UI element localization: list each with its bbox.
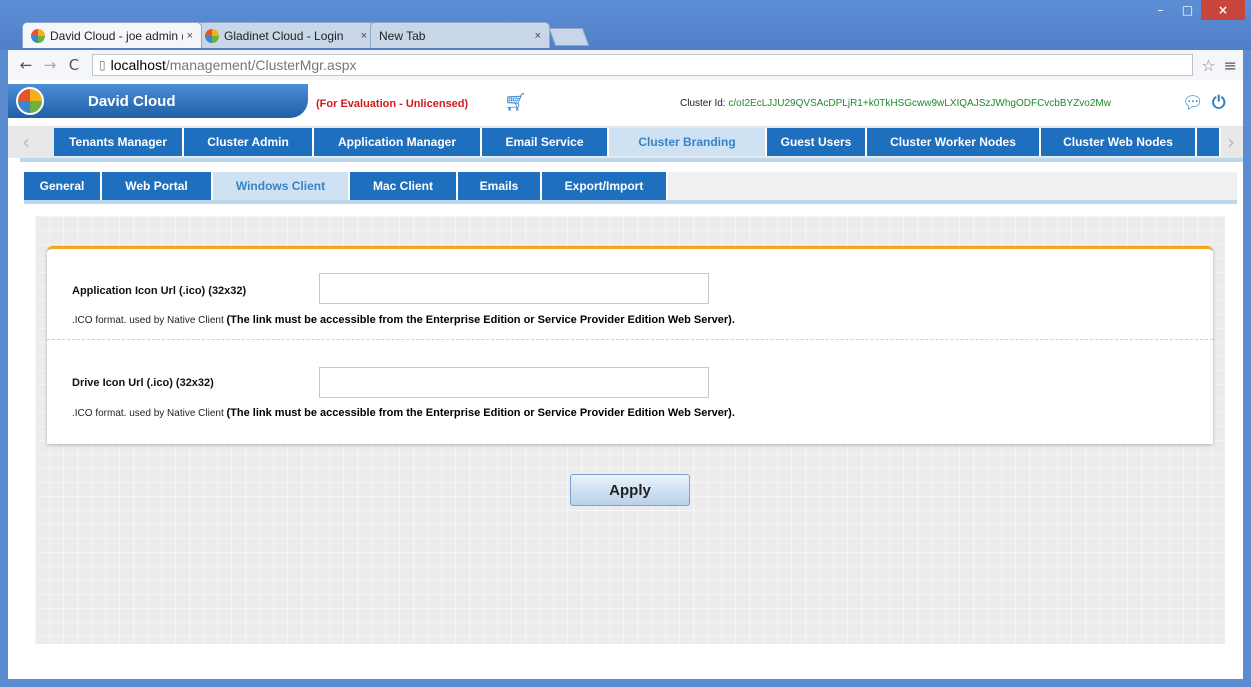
hamburger-menu-icon[interactable]: ≡	[1224, 56, 1237, 75]
help-bold: (The link must be accessible from the En…	[226, 407, 735, 419]
tab-cluster-web-nodes[interactable]: Cluster Web Nodes	[1041, 128, 1197, 156]
maximize-button[interactable]: □	[1174, 0, 1201, 20]
app-icon-url-label: Application Icon Url (.ico) (32x32)	[72, 285, 247, 297]
tab-close-icon[interactable]: ×	[535, 30, 541, 42]
new-tab-button[interactable]	[548, 28, 590, 46]
minimize-button[interactable]: –	[1147, 0, 1174, 20]
url-path: /management/ClusterMgr.aspx	[165, 57, 357, 73]
address-bar[interactable]: ▯ localhost /management/ClusterMgr.aspx	[92, 54, 1194, 76]
evaluation-notice[interactable]: (For Evaluation - Unlicensed)	[316, 98, 468, 110]
tab-cluster-worker-nodes[interactable]: Cluster Worker Nodes	[867, 128, 1041, 156]
tab-application-manager[interactable]: Application Manager	[314, 128, 482, 156]
tab-title: New Tab	[379, 28, 426, 43]
browser-tab-david-cloud[interactable]: David Cloud - joe admin ( ×	[22, 22, 202, 48]
cluster-id-label: Cluster Id:	[680, 98, 726, 109]
app-icon-url-input[interactable]	[319, 273, 709, 304]
nav-scroll-left-icon[interactable]: ‹	[22, 130, 36, 154]
subtab-mac-client[interactable]: Mac Client	[350, 172, 458, 200]
main-nav-items: Tenants Manager Cluster Admin Applicatio…	[54, 128, 1221, 156]
back-arrow-icon[interactable]: ←	[14, 56, 38, 74]
drive-icon-url-label: Drive Icon Url (.ico) (32x32)	[72, 377, 214, 389]
sub-navigation: General Web Portal Windows Client Mac Cl…	[24, 172, 1237, 202]
help-bold: (The link must be accessible from the En…	[226, 314, 735, 326]
gladinet-favicon-icon	[205, 28, 219, 43]
help-plain: .ICO format. used by Native Client	[72, 408, 227, 419]
tab-tenants-manager[interactable]: Tenants Manager	[54, 128, 184, 156]
cluster-id-value: c/oI2EcLJJU29QVSAcDPLjR1+k0TkHSGcww9wLXI…	[728, 98, 1111, 109]
gladinet-favicon-icon	[31, 28, 45, 43]
subtab-web-portal[interactable]: Web Portal	[102, 172, 213, 200]
drive-icon-url-input[interactable]	[319, 367, 709, 398]
subtab-export-import[interactable]: Export/Import	[542, 172, 668, 200]
tab-title: Gladinet Cloud - Login	[224, 28, 344, 43]
forward-arrow-icon[interactable]: →	[38, 56, 62, 74]
tab-cluster-branding[interactable]: Cluster Branding	[609, 128, 767, 156]
subtab-emails[interactable]: Emails	[458, 172, 542, 200]
shopping-cart-icon[interactable]: 🛒︎	[504, 92, 527, 113]
web-page: David Cloud (For Evaluation - Unlicensed…	[8, 80, 1243, 679]
chat-bubble-icon[interactable]: 💬︎	[1182, 93, 1204, 113]
tab-title: David Cloud - joe admin (	[50, 28, 183, 43]
brand-bar: David Cloud	[8, 84, 308, 118]
app-icon-help-text: .ICO format. used by Native Client (The …	[72, 314, 735, 326]
page-icon: ▯	[99, 58, 106, 72]
main-nav-underline	[20, 158, 1243, 162]
title-bar: David Cloud - joe admin ( × Gladinet Clo…	[0, 0, 1251, 50]
browser-tab-new-tab[interactable]: New Tab ×	[370, 22, 550, 48]
star-icon[interactable]: ☆	[1201, 56, 1215, 75]
drive-icon-help-text: .ICO format. used by Native Client (The …	[72, 407, 735, 419]
logo-icon	[16, 87, 44, 115]
url-host: localhost	[110, 57, 166, 73]
tab-close-icon[interactable]: ×	[361, 30, 367, 42]
browser-tab-gladinet-login[interactable]: Gladinet Cloud - Login ×	[196, 22, 376, 48]
tab-guest-users[interactable]: Guest Users	[767, 128, 867, 156]
app-header: David Cloud (For Evaluation - Unlicensed…	[8, 80, 1243, 122]
browser-toolbar: ← → C ▯ localhost /management/ClusterMgr…	[8, 50, 1243, 80]
close-window-button[interactable]: ×	[1201, 0, 1245, 20]
browser-window: David Cloud - joe admin ( × Gladinet Clo…	[0, 0, 1251, 687]
subtab-general[interactable]: General	[24, 172, 102, 200]
subtab-windows-client[interactable]: Windows Client	[213, 172, 350, 200]
nav-scroll-right-icon[interactable]: ›	[1227, 130, 1241, 154]
tab-close-icon[interactable]: ×	[187, 30, 193, 42]
reload-icon[interactable]: C	[62, 56, 86, 74]
content-area: Application Icon Url (.ico) (32x32) .ICO…	[35, 216, 1225, 644]
tab-strip: David Cloud - joe admin ( × Gladinet Clo…	[22, 22, 590, 48]
brand-name: David Cloud	[88, 92, 176, 110]
main-navigation: ‹ Tenants Manager Cluster Admin Applicat…	[8, 126, 1243, 158]
cluster-id: Cluster Id: c/oI2EcLJJU29QVSAcDPLjR1+k0T…	[680, 98, 1111, 109]
apply-button[interactable]: Apply	[570, 474, 690, 506]
sub-nav-underline	[24, 200, 1237, 204]
tab-email-service[interactable]: Email Service	[482, 128, 609, 156]
tab-overflow[interactable]	[1197, 128, 1221, 156]
field-divider	[47, 339, 1213, 340]
window-controls: – □ ×	[1147, 0, 1245, 22]
power-icon[interactable]: ⏻	[1212, 93, 1225, 113]
windows-client-settings-panel: Application Icon Url (.ico) (32x32) .ICO…	[47, 246, 1213, 444]
tab-cluster-admin[interactable]: Cluster Admin	[184, 128, 314, 156]
help-plain: .ICO format. used by Native Client	[72, 315, 227, 326]
